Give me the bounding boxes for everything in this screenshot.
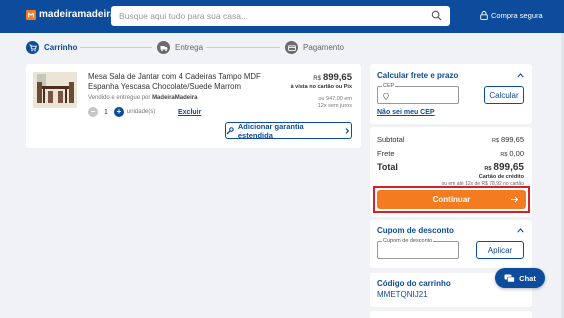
coupon-title: Cupom de desconto [377,226,454,235]
seller-name: MadeiraMadeira [152,95,198,101]
search-icon[interactable] [431,10,442,21]
step-divider [206,47,280,48]
shipping-title: Calcular frete e prazo [377,71,459,80]
credit-card-note: Cartão de crédito [478,174,524,180]
cart-item-card: Mesa Sala de Jantar com 4 Cadeiras Tampo… [26,64,361,148]
installment-line-1: ou 947,00 em [318,96,352,102]
search-box[interactable]: Busque aqui tudo para sua casa... [111,6,450,26]
search-input[interactable]: Busque aqui tudo para sua casa... [119,11,248,21]
sold-by-prefix: Vendido e entregue por [88,95,151,101]
continue-highlight: Continuar [373,186,530,213]
step-carrinho: Carrinho [26,41,77,54]
step-label: Pagamento [303,43,344,52]
total-amount: R$ 899,65 [484,162,524,173]
cart-code-title: Código do carrinho [377,279,451,288]
price-note: à vista no cartão ou Pix [290,84,352,90]
installment-line-2: 12x sem juros [317,103,352,109]
step-divider [80,47,152,48]
continue-label: Continuar [432,195,471,204]
chat-button[interactable]: Chat [495,268,545,288]
logo-text: madeiramadeira [39,9,116,20]
subtotal-label: Subtotal [377,135,405,144]
site-logo[interactable]: madeiramadeira [26,9,116,20]
total-row: Total R$ 899,65 [377,162,524,173]
cep-field[interactable]: CEP [377,83,459,104]
chevron-right-icon [345,127,350,134]
quantity-decrease-button[interactable]: − [88,107,98,117]
currency: R$ [313,76,321,82]
location-pin-icon [383,93,389,100]
total-value: 899,65 [493,162,524,173]
total-label: Total [377,162,398,172]
frete-amount: R$ 0,00 [500,149,524,158]
coupon-field-label: Cupom de desconto [382,238,434,244]
currency: R$ [500,152,508,158]
cep-label: CEP [382,83,396,89]
currency: R$ [484,166,492,172]
product-title[interactable]: Mesa Sala de Jantar com 4 Cadeiras Tampo… [88,72,263,91]
price-value: 899,65 [322,72,352,83]
item-price-box: R$ 899,65 à vista no cartão ou Pix ou 947… [291,72,352,110]
step-label: Entrega [175,43,204,52]
installment-price: ou 947,00 em 12x sem juros [291,96,352,110]
apply-coupon-button[interactable]: Aplicar [476,241,524,259]
secure-label: Compra segura [491,11,543,20]
subtotal-amount: R$ 899,65 [492,135,524,144]
quantity-stepper: − 1 + unidade(s) [88,107,155,117]
chevron-up-icon[interactable] [517,228,524,233]
cart-code-value: MMETQNIJ21 [377,290,428,299]
sold-by: Vendido e entregue por MadeiraMadeira [88,95,197,101]
quantity-increase-button[interactable]: + [113,107,124,117]
coupon-field[interactable]: Cupom de desconto [377,238,459,259]
subtotal-value: 899,65 [501,135,524,144]
item-price: R$ 899,65 [291,72,352,83]
add-warranty-button[interactable]: Adicionar garantia estendida [225,121,352,140]
calculate-button[interactable]: Calcular [484,86,524,104]
quantity-value: 1 [104,108,108,116]
shipping-panel: Calcular frete e prazo CEP Calcular Não … [370,64,532,124]
step-entrega: Entrega [157,41,203,54]
chevron-up-icon[interactable] [517,73,524,78]
product-image[interactable] [33,72,77,108]
site-header: madeiramadeira Busque aqui tudo para sua… [0,0,564,33]
step-label: Carrinho [44,43,78,52]
next-panel [370,311,532,318]
currency: R$ [492,138,500,144]
warranty-label: Adicionar garantia estendida [237,121,304,140]
lock-icon [480,11,488,20]
chat-label: Chat [519,273,536,283]
truck-icon [157,41,170,54]
remove-item-link[interactable]: Excluir [178,109,201,116]
checkout-steps: Carrinho Entrega Pagamento [0,33,564,62]
subtotal-row: Subtotal R$ 899,65 [377,135,524,144]
chat-bubble-icon [504,274,515,282]
frete-row: Frete R$ 0,00 [377,149,524,158]
coupon-panel: Cupom de desconto Cupom de desconto Apli… [370,220,532,268]
frete-value: 0,00 [509,149,524,158]
payment-icon [285,41,298,54]
logo-mark-icon [26,9,36,20]
unknown-cep-link[interactable]: Não sei meu CEP [377,109,435,116]
wrench-icon [226,126,234,134]
step-pagamento: Pagamento [285,41,344,54]
quantity-unit: unidade(s) [126,109,156,115]
arrow-right-icon [511,196,519,203]
cart-icon [26,41,39,54]
continue-button[interactable]: Continuar [377,190,526,209]
frete-label: Frete [377,149,395,158]
secure-purchase: Compra segura [480,11,543,20]
